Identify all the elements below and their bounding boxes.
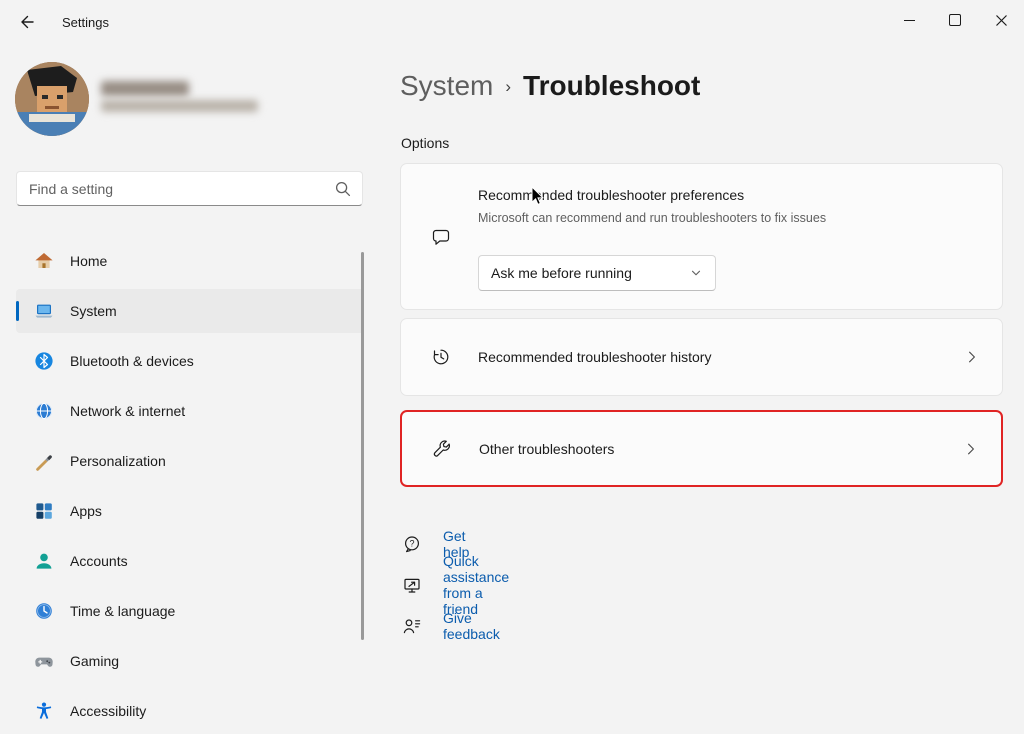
profile-name-redacted (101, 81, 189, 96)
sidebar-item-system[interactable]: System (16, 289, 364, 333)
titlebar: Settings (0, 0, 1024, 44)
close-button[interactable] (978, 0, 1024, 40)
sidebar-item-label: Bluetooth & devices (70, 353, 194, 369)
card-recommended-troubleshooter-preferences: Recommended troubleshooter preferences M… (400, 163, 1003, 310)
chevron-right-icon (964, 349, 980, 365)
card-title: Recommended troubleshooter preferences (478, 187, 744, 203)
svg-text:?: ? (409, 539, 414, 549)
card-title: Recommended troubleshooter history (478, 349, 711, 365)
section-label-options: Options (401, 135, 449, 151)
sidebar-item-label: Home (70, 253, 107, 269)
gaming-icon (34, 651, 54, 671)
accounts-icon (34, 551, 54, 571)
sidebar-item-label: Accounts (70, 553, 128, 569)
sidebar-item-label: Time & language (70, 603, 175, 619)
sidebar-item-label: Personalization (70, 453, 166, 469)
speech-bubble-icon (431, 227, 451, 247)
give-feedback-icon (402, 616, 422, 636)
sidebar-item-apps[interactable]: Apps (16, 489, 364, 533)
chevron-down-icon (689, 266, 703, 280)
sidebar-item-label: Network & internet (70, 403, 185, 419)
personalization-icon (34, 451, 54, 471)
search-input[interactable] (17, 172, 362, 205)
minimize-button[interactable] (886, 0, 932, 40)
card-other-troubleshooters[interactable]: Other troubleshooters (400, 410, 1003, 487)
chevron-right-icon (963, 441, 979, 457)
minimize-icon (904, 20, 915, 21)
sidebar-item-label: System (70, 303, 117, 319)
breadcrumb: System › Troubleshoot (400, 68, 700, 104)
apps-icon (34, 501, 54, 521)
avatar (15, 62, 89, 136)
sidebar-item-bluetooth-devices[interactable]: Bluetooth & devices (16, 339, 364, 383)
sidebar-item-label: Gaming (70, 653, 119, 669)
profile-email-redacted (101, 100, 258, 112)
quick-assistance-icon (402, 575, 422, 595)
history-icon (431, 347, 451, 367)
search-box (16, 171, 363, 206)
sidebar-item-time-language[interactable]: Time & language (16, 589, 364, 633)
quick-assistance-link[interactable]: Quick assistance from a friend (402, 574, 422, 596)
dropdown-value: Ask me before running (491, 265, 632, 281)
sidebar-item-label: Accessibility (70, 703, 146, 719)
search-icon (333, 179, 353, 199)
get-help-icon: ? (402, 534, 422, 554)
bottom-strip (0, 734, 1024, 742)
back-arrow-icon (18, 13, 36, 31)
system-icon (34, 301, 54, 321)
sidebar-item-personalization[interactable]: Personalization (16, 439, 364, 483)
sidebar-scrollbar[interactable] (361, 252, 364, 640)
back-button[interactable] (10, 6, 44, 38)
card-recommended-troubleshooter-history[interactable]: Recommended troubleshooter history (400, 318, 1003, 396)
sidebar-item-gaming[interactable]: Gaming (16, 639, 364, 683)
sidebar-item-accounts[interactable]: Accounts (16, 539, 364, 583)
sidebar-item-network-internet[interactable]: Network & internet (16, 389, 364, 433)
settings-window: Settings (0, 0, 1024, 742)
sidebar-item-home[interactable]: Home (16, 239, 364, 283)
troubleshooter-preference-dropdown[interactable]: Ask me before running (478, 255, 716, 291)
wrench-icon (432, 439, 452, 459)
sidebar-item-accessibility[interactable]: Accessibility (16, 689, 364, 733)
sidebar-item-label: Apps (70, 503, 102, 519)
window-title: Settings (62, 15, 109, 30)
card-subtitle: Microsoft can recommend and run troubles… (478, 211, 826, 225)
give-feedback-label: Give feedback (443, 610, 500, 642)
give-feedback-link[interactable]: Give feedback (402, 615, 422, 637)
breadcrumb-separator-icon: › (505, 69, 511, 105)
get-help-link[interactable]: ? Get help (402, 533, 422, 555)
sidebar-nav: Home System Bluetooth & devices (0, 239, 376, 739)
time-language-icon (34, 601, 54, 621)
network-icon (34, 401, 54, 421)
window-controls (886, 0, 1024, 40)
quick-assistance-label: Quick assistance from a friend (443, 553, 509, 617)
breadcrumb-parent[interactable]: System (400, 68, 493, 104)
accessibility-icon (34, 701, 54, 721)
maximize-button[interactable] (932, 0, 978, 40)
mouse-cursor (527, 185, 549, 207)
home-icon (34, 251, 54, 271)
bluetooth-icon (34, 351, 54, 371)
close-icon (995, 14, 1008, 27)
maximize-icon (949, 14, 961, 26)
card-title: Other troubleshooters (479, 441, 614, 457)
page-title: Troubleshoot (523, 68, 700, 104)
